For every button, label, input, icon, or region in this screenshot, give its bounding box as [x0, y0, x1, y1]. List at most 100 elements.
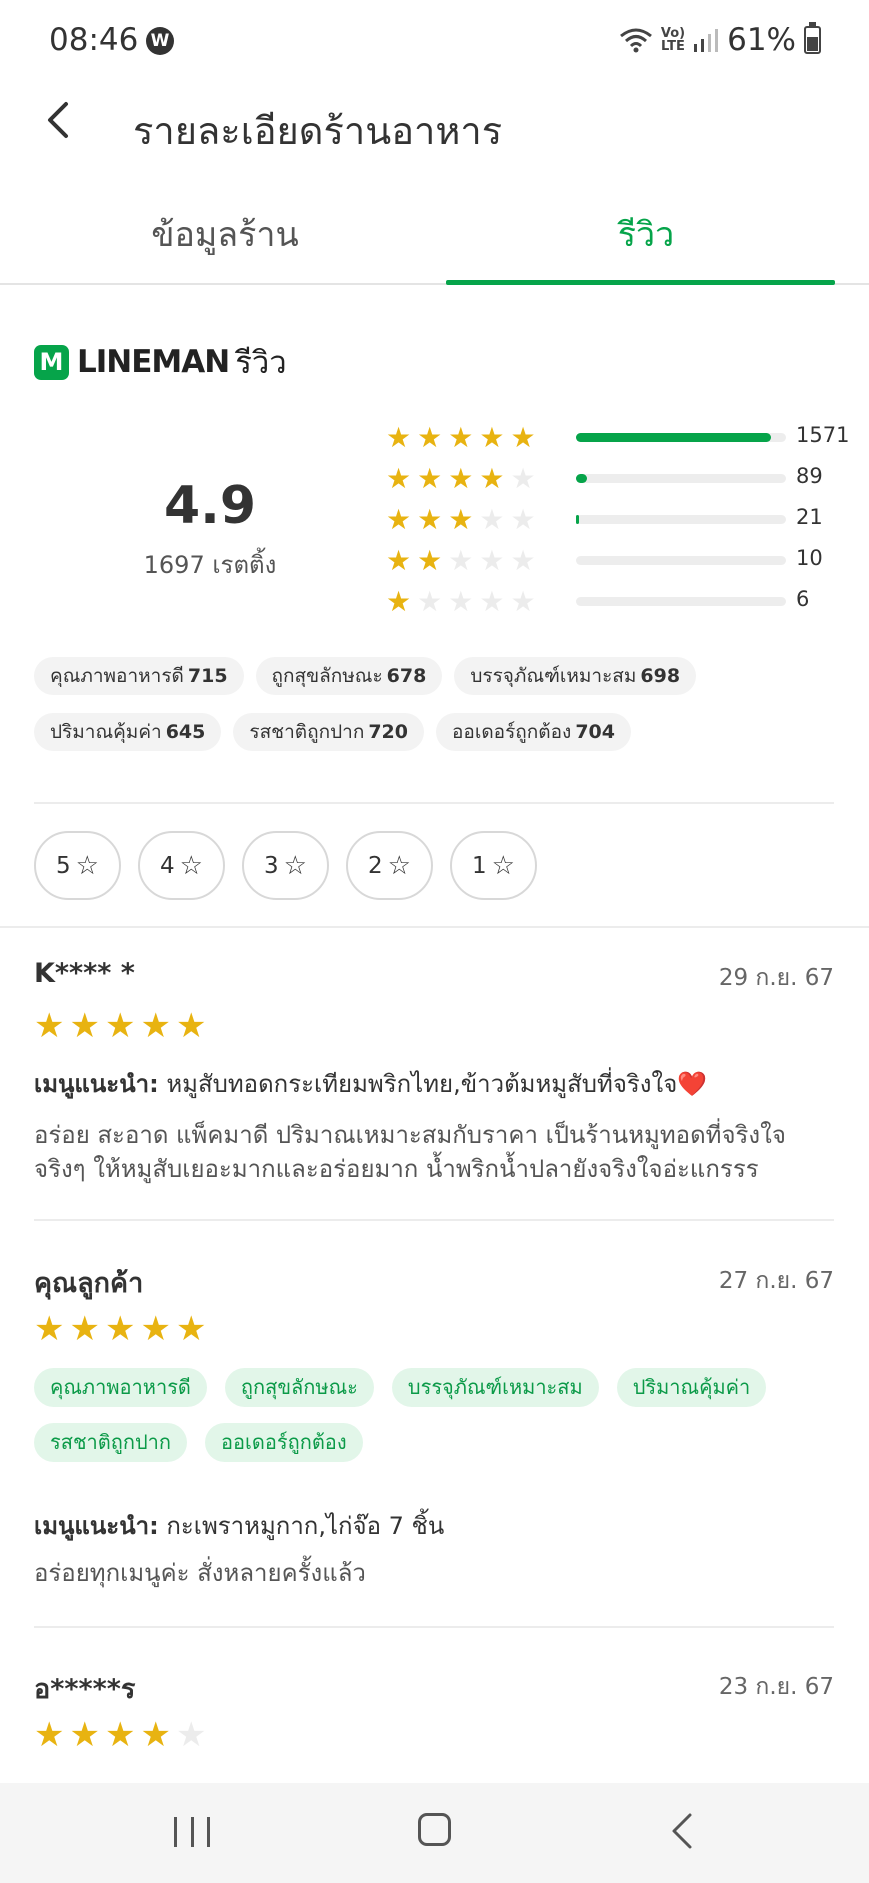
rating-bar-fill [576, 474, 588, 483]
star-icon: ★ [448, 585, 474, 618]
star-icon: ★ [510, 544, 536, 577]
star-icon: ★ [386, 585, 412, 618]
system-nav-bar [0, 1783, 869, 1883]
review-item: อ*****ร 23 ก.ย. 67 ★ ★ ★ ★ ★ [34, 1667, 834, 1767]
tab-active-indicator [446, 280, 835, 285]
nav-back-icon[interactable] [664, 1811, 704, 1851]
filter-3-stars[interactable]: 3 ☆ [242, 831, 329, 900]
star-outline-icon: ☆ [387, 850, 411, 881]
star-icon: ★ [448, 544, 474, 577]
brand-suffix: รีวิว [235, 345, 287, 381]
rating-row-5-stars: ★ ★ ★ ★ ★ 1571 [386, 421, 850, 455]
star-icon: ★ [386, 421, 412, 454]
rating-row-stars: ★ ★ ★ ★ ★ [386, 503, 536, 537]
attribute-chip: ปริมาณคุ้มค่า 645 [34, 713, 222, 751]
lineman-logo-icon: M [34, 344, 69, 380]
review-tags: คุณภาพอาหารดี ถูกสุขลักษณะ บรรจุภัณฑ์เหม… [34, 1368, 834, 1478]
review-item: คุณลูกค้า 27 ก.ย. 67 ★ ★ ★ ★ ★ คุณภาพอาหารดี… [34, 1261, 834, 1601]
star-icon: ★ [104, 1715, 136, 1755]
attribute-chip: รสชาติถูกปาก 720 [233, 713, 424, 751]
star-icon: ★ [175, 1006, 207, 1046]
star-icon: ★ [175, 1715, 207, 1755]
star-icon: ★ [34, 1006, 65, 1046]
rating-row-stars: ★ ★ ★ ★ ★ [386, 585, 536, 619]
star-icon: ★ [479, 421, 505, 454]
star-icon: ★ [448, 503, 474, 536]
star-icon: ★ [479, 544, 505, 577]
back-chevron-icon[interactable] [36, 96, 84, 144]
review-date: 23 ก.ย. 67 [718, 1674, 834, 1700]
star-icon: ★ [479, 503, 505, 536]
recommended-menu: เมนูแนะนำ: หมูสับทอดกระเทียมพริกไทย,ข้าว… [34, 1070, 708, 1098]
star-icon: ★ [417, 421, 443, 454]
battery-percent: 61% [727, 22, 796, 58]
star-icon: ★ [140, 1715, 171, 1755]
rating-bar-count: 1571 [796, 423, 850, 447]
star-icon: ★ [69, 1006, 100, 1046]
attribute-chips: คุณภาพอาหารดี 715 ถูกสุขลักษณะ 678 บรรจุภั… [34, 657, 834, 769]
rating-bar-track [576, 556, 786, 565]
filter-1-star[interactable]: 1 ☆ [450, 831, 537, 900]
star-icon: ★ [175, 1309, 207, 1349]
review-tag: ออเดอร์ถูกต้อง [205, 1423, 363, 1462]
star-outline-icon: ☆ [491, 850, 515, 881]
review-tag: บรรจุภัณฑ์เหมาะสม [391, 1368, 599, 1407]
star-icon: ★ [140, 1309, 171, 1349]
star-filters: 5 ☆ 4 ☆ 3 ☆ 2 ☆ 1 ☆ [34, 831, 537, 900]
rating-bar-count: 89 [796, 464, 823, 488]
review-tag: คุณภาพอาหารดี [34, 1368, 207, 1407]
star-icon: ★ [34, 1715, 65, 1755]
rating-row-stars: ★ ★ ★ ★ ★ [386, 421, 536, 455]
filter-2-stars[interactable]: 2 ☆ [346, 831, 433, 900]
home-icon[interactable] [418, 1813, 451, 1846]
review-stars: ★ ★ ★ ★ ★ [34, 1717, 206, 1753]
attribute-chip: ออเดอร์ถูกต้อง 704 [436, 713, 631, 751]
rating-bar-count: 6 [796, 587, 810, 611]
filter-5-stars[interactable]: 5 ☆ [34, 831, 121, 900]
tab-reviews[interactable]: รีวิว [446, 207, 846, 261]
tab-bar: ข้อมูลร้าน รีวิว [0, 185, 869, 285]
star-icon: ★ [510, 421, 536, 454]
star-icon: ★ [448, 462, 474, 495]
tab-store-info[interactable]: ข้อมูลร้าน [25, 207, 425, 261]
review-tag: ปริมาณคุ้มค่า [616, 1368, 767, 1407]
star-icon: ★ [510, 585, 536, 618]
star-icon: ★ [510, 462, 536, 495]
star-outline-icon: ☆ [179, 850, 203, 881]
review-stars: ★ ★ ★ ★ ★ [34, 1008, 206, 1044]
star-icon: ★ [448, 421, 474, 454]
star-icon: ★ [104, 1006, 136, 1046]
rating-row-3-stars: ★ ★ ★ ★ ★ 21 [386, 503, 846, 537]
reviewer-name: คุณลูกค้า [34, 1268, 144, 1299]
heart-icon: ❤️ [677, 1070, 708, 1098]
review-date: 27 ก.ย. 67 [718, 1268, 834, 1294]
status-bar: 08:46 W Vo) LTE 61% [0, 0, 869, 80]
review-date: 29 ก.ย. 67 [718, 965, 834, 991]
rating-row-stars: ★ ★ ★ ★ ★ [386, 544, 536, 578]
recommended-menu: เมนูแนะนำ: กะเพราหมูกาก,ไก่จ๊อ 7 ชิ้น [34, 1512, 445, 1540]
attribute-chip: บรรจุภัณฑ์เหมาะสม 698 [454, 657, 697, 695]
star-icon: ★ [386, 503, 412, 536]
status-indicators: Vo) LTE 61% [619, 22, 821, 58]
star-icon: ★ [69, 1715, 100, 1755]
rating-row-stars: ★ ★ ★ ★ ★ [386, 462, 536, 496]
rating-bar-track [576, 597, 786, 606]
star-icon: ★ [417, 544, 443, 577]
star-icon: ★ [417, 585, 443, 618]
star-icon: ★ [510, 503, 536, 536]
star-icon: ★ [69, 1309, 100, 1349]
lineman-review-brand: M LINEMAN รีวิว [34, 337, 287, 387]
filter-4-stars[interactable]: 4 ☆ [138, 831, 225, 900]
review-stars: ★ ★ ★ ★ ★ [34, 1311, 206, 1347]
star-icon: ★ [140, 1006, 171, 1046]
recent-apps-icon[interactable] [174, 1817, 210, 1847]
rating-bar-track [576, 433, 786, 442]
rating-count: 1697 เรตติ้ง [143, 551, 277, 579]
star-outline-icon: ☆ [75, 850, 99, 881]
average-rating: 4.9 [163, 476, 257, 536]
divider [34, 1626, 834, 1628]
status-time: 08:46 [49, 22, 139, 58]
attribute-chip: คุณภาพอาหารดี 715 [34, 657, 244, 695]
brand-name: LINEMAN [77, 344, 230, 380]
star-icon: ★ [386, 462, 412, 495]
